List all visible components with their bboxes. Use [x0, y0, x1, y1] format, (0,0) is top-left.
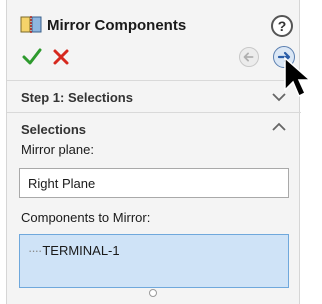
mirror-plane-label: Mirror plane: [21, 142, 94, 157]
mirror-components-icon [20, 16, 42, 34]
x-icon[interactable] [51, 47, 71, 67]
step1-header[interactable]: Step 1: Selections [21, 90, 133, 105]
panel-title: Mirror Components [47, 17, 187, 34]
divider [7, 112, 301, 113]
arrow-left-icon [243, 52, 254, 62]
selections-header[interactable]: Selections [21, 122, 86, 137]
mouse-cursor-icon [284, 56, 312, 98]
tree-connector: ···· [28, 243, 42, 258]
panel-header: Mirror Components ? [7, 8, 301, 38]
divider [7, 80, 301, 81]
previous-page-button[interactable] [239, 47, 259, 67]
component-name: TERMINAL-1 [42, 243, 120, 258]
action-bar [7, 44, 301, 74]
mirror-components-panel: Mirror Components ? Step 1: Selections S… [6, 0, 301, 304]
resize-handle[interactable] [149, 289, 157, 297]
mirror-plane-field[interactable]: Right Plane [19, 168, 289, 198]
check-icon[interactable] [21, 46, 43, 68]
components-to-mirror-list[interactable]: ····TERMINAL-1 [19, 234, 289, 288]
help-button[interactable]: ? [271, 15, 293, 37]
components-to-mirror-label: Components to Mirror: [21, 210, 151, 225]
list-item[interactable]: ····TERMINAL-1 [28, 243, 120, 258]
